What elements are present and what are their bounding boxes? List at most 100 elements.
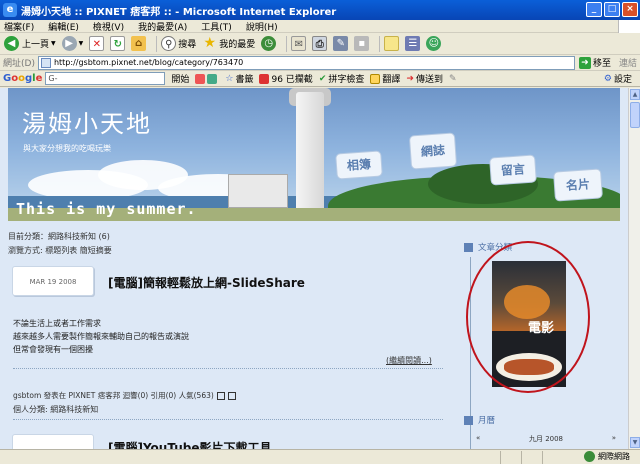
toolbar-separator [156,35,158,52]
next-post-title[interactable]: [電腦]YouTube影片下載工具 [108,439,271,449]
menu-view[interactable]: 檢視(V) [93,20,124,33]
pagerank-icon [195,73,206,84]
lighthouse [296,92,324,214]
google-settings-button[interactable]: ⚙ 設定 [603,72,632,86]
calendar-prev-button[interactable]: « [476,434,480,444]
scroll-thumb[interactable] [630,102,640,128]
scroll-up-button[interactable]: ▲ [630,89,640,100]
menu-help[interactable]: 說明(H) [246,20,278,33]
messenger-button[interactable]: ☺ [426,36,442,51]
google-start-button[interactable]: 開始 [171,72,189,85]
links-button[interactable]: 連結 [619,56,637,69]
view-mode-line[interactable]: 瀏覽方式: 標題列表 簡短摘要 [8,245,458,256]
home-icon: ⌂ [131,36,147,51]
go-label: 移至 [592,59,611,69]
research-button[interactable]: ☰ [405,36,421,51]
back-label: 上一頁 [22,40,50,50]
translate-button[interactable]: 翻譯 [370,72,400,85]
post-excerpt: 不論生活上或者工作需求 越來越多人需要製作簡報來輔助自己的報告或演說 但常會發現… [13,317,189,356]
read-more-link[interactable]: (繼續閱讀...) [386,355,432,366]
messenger-icon: ☺ [426,36,442,51]
post-meta-text: gsbtom 發表在 PIXNET 痞客邦 迴響(0) 引用(0) 人氣(563… [13,391,214,400]
popup-blocker-button[interactable]: 96 已攔截 [259,72,313,85]
calendar-next-button[interactable]: » [612,434,616,444]
print-button[interactable]: ⎙ [312,36,328,51]
menu-edit[interactable]: 編輯(E) [48,20,79,33]
google-search-input[interactable]: G- [45,72,166,85]
mail-button[interactable]: ✉ [291,36,307,51]
translate-icon [370,73,381,84]
sendto-icon: ➜ [406,73,414,84]
post-divider [13,368,443,369]
research-icon: ☰ [405,36,421,51]
highlight-button[interactable]: ✎ [449,74,457,84]
menu-bar: 檔案(F) 編輯(E) 檢視(V) 我的最愛(A) 工具(T) 說明(H) [0,20,640,33]
scroll-down-button[interactable]: ▼ [630,437,640,448]
edit-button[interactable]: ✎ [333,36,349,51]
spellcheck-button[interactable]: ✔ 拼字檢查 [319,72,365,86]
chevron-down-icon: ▼ [78,40,84,47]
minimize-button[interactable]: _ [586,2,602,17]
search-label: 搜尋 [178,40,197,50]
menu-file[interactable]: 檔案(F) [4,20,34,33]
address-label: 網址(D) [3,59,35,69]
google-start-label: 開始 [171,75,190,85]
favorites-button[interactable]: ★ 我的最愛 [202,36,256,51]
vertical-scrollbar[interactable]: ▲ ▼ [628,88,640,449]
nav-blog[interactable]: 網誌 [408,132,458,170]
bookmarks-button[interactable]: ☆ 書籤 [225,72,254,86]
post-divider [13,419,443,420]
sendto-button[interactable]: ➜ 傳送到 [406,72,443,86]
bookmarks-label: 書籤 [235,75,254,85]
forward-button[interactable]: ▶ ▼ [61,36,84,51]
discuss-button[interactable]: ▪ [354,36,370,51]
status-bar: 網際網路 [0,449,640,464]
back-arrow-icon: ◀ [4,36,19,51]
edit-icon[interactable] [216,391,225,400]
pen-icon: ✎ [448,73,457,84]
home-button[interactable]: ⌂ [131,36,147,51]
security-zone-label: 網際網路 [598,452,630,461]
blog-title[interactable]: 湯姆小天地 [22,104,152,139]
category-line: 目前分類：網路科技新知 (6) [8,232,110,241]
google-tools-button[interactable] [195,73,219,84]
heading-bullet-icon [464,242,473,252]
popup-blocker-icon [259,73,270,84]
search-button[interactable]: ⚲ 搜尋 [161,36,196,51]
standard-toolbar: ◀ 上一頁 ▼ ▶ ▼ ✕ ↻ ⌂ ⚲ 搜尋 ★ 我的最愛 ◷ ✉ ⎙ ✎ ▪ [0,33,640,55]
status-divider [500,450,501,464]
go-button[interactable]: ➜ 移至 [578,56,611,69]
menu-tools[interactable]: 工具(T) [201,20,232,33]
address-input[interactable]: http://gsbtom.pixnet.net/blog/category/7… [37,55,575,70]
go-arrow-icon: ➜ [578,56,591,69]
maximize-button[interactable]: □ [604,2,620,17]
search-icon: ⚲ [161,36,177,51]
calendar-heading-label: 月曆 [478,416,496,426]
personal-category[interactable]: 個人分類: 網路科技新知 [13,404,98,415]
close-button[interactable]: × [622,2,638,17]
window-title: 湯姆小天地 :: PIXNET 痞客邦 :: - Microsoft Inter… [21,6,337,18]
delete-icon[interactable] [227,391,236,400]
heading-bullet-icon [464,415,473,425]
popup-blocked-label: 96 已攔截 [271,75,313,85]
nav-album[interactable]: 相簿 [335,150,383,180]
wrench-icon: ⚙ [603,73,612,84]
refresh-button[interactable]: ↻ [110,36,126,51]
history-icon: ◷ [261,36,277,51]
notes-button[interactable] [384,36,400,51]
banner-house [228,174,288,208]
post-title[interactable]: [電腦]簡報輕鬆放上網-SlideShare [108,274,305,291]
stop-button[interactable]: ✕ [89,36,105,51]
nav-guestbook[interactable]: 留言 [489,154,537,186]
post-meta: gsbtom 發表在 PIXNET 痞客邦 迴響(0) 引用(0) 人氣(563… [13,390,236,401]
back-button[interactable]: ◀ 上一頁 ▼ [4,36,56,51]
nav-profile[interactable]: 名片 [553,168,603,202]
history-button[interactable]: ◷ [261,36,277,51]
post-excerpt-line: 不論生活上或者工作需求 [13,319,101,328]
edit-icon: ✎ [333,36,349,51]
mail-icon: ✉ [291,36,307,51]
star-icon: ☆ [225,73,234,84]
menu-favorites[interactable]: 我的最愛(A) [138,20,187,33]
ie-logo-icon: e [3,3,17,17]
toolbar-tool-icon [207,73,218,84]
